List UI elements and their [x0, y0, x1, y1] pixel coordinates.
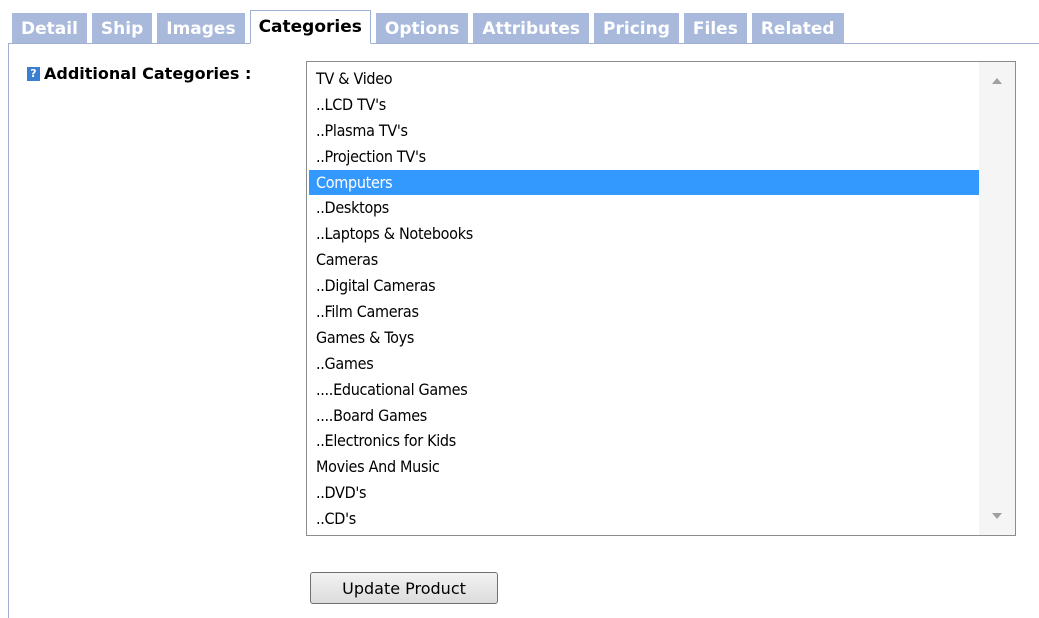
tab-bar: Detail Ship Images Categories Options Attribu… — [12, 10, 844, 44]
scroll-down-arrow-icon[interactable] — [992, 513, 1002, 519]
category-option[interactable]: Cameras — [309, 247, 979, 273]
categories-listbox[interactable]: TV & Video ..LCD TV's ..Plasma TV's ..Proje… — [306, 61, 1016, 536]
categories-list: TV & Video ..LCD TV's ..Plasma TV's ..Proje… — [309, 66, 979, 532]
tab-ship[interactable]: Ship — [91, 13, 153, 44]
tab-divider — [8, 43, 1039, 44]
tab-images[interactable]: Images — [157, 13, 245, 44]
scrollbar[interactable] — [979, 62, 1015, 535]
field-label-row: ? Additional Categories : — [27, 64, 251, 83]
category-option[interactable]: ..Laptops & Notebooks — [309, 221, 979, 247]
category-option[interactable]: ..Desktops — [309, 195, 979, 221]
tab-files[interactable]: Files — [683, 13, 747, 44]
tab-related[interactable]: Related — [751, 13, 844, 44]
category-option[interactable]: Movies And Music — [309, 454, 979, 480]
category-option[interactable]: Games & Toys — [309, 325, 979, 351]
category-option[interactable]: ..LCD TV's — [309, 92, 979, 118]
category-option[interactable]: ..DVD's — [309, 480, 979, 506]
additional-categories-label: Additional Categories : — [44, 64, 252, 83]
tab-options[interactable]: Options — [375, 13, 469, 44]
category-option[interactable]: ..Projection TV's — [309, 144, 979, 170]
help-icon[interactable]: ? — [27, 66, 40, 81]
category-option[interactable]: ....Board Games — [309, 403, 979, 429]
tab-attributes[interactable]: Attributes — [473, 13, 590, 44]
scroll-up-arrow-icon[interactable] — [992, 78, 1002, 84]
category-option[interactable]: ..CD's — [309, 506, 979, 532]
category-option[interactable]: ..Digital Cameras — [309, 273, 979, 299]
category-option[interactable]: ....Educational Games — [309, 377, 979, 403]
tab-categories[interactable]: Categories — [249, 10, 371, 44]
tab-pricing[interactable]: Pricing — [594, 13, 679, 44]
category-option[interactable]: TV & Video — [309, 66, 979, 92]
category-option[interactable]: ..Film Cameras — [309, 299, 979, 325]
panel-border — [8, 43, 9, 618]
update-product-button[interactable]: Update Product — [310, 572, 498, 604]
category-option[interactable]: ..Games — [309, 351, 979, 377]
category-option[interactable]: Computers — [309, 169, 979, 196]
tab-detail[interactable]: Detail — [12, 13, 87, 44]
category-option[interactable]: ..Electronics for Kids — [309, 428, 979, 454]
category-option[interactable]: ..Plasma TV's — [309, 118, 979, 144]
